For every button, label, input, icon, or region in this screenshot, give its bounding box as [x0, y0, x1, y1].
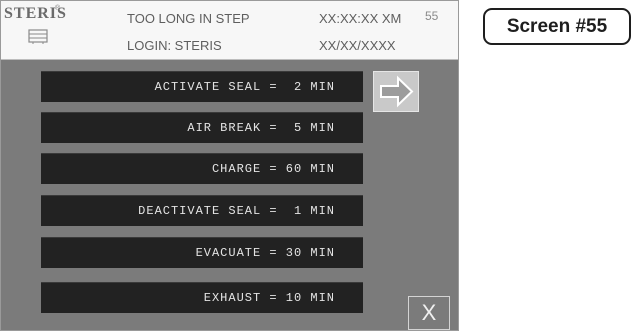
status-message: TOO LONG IN STEP [127, 11, 250, 26]
param-exhaust[interactable]: EXHAUST = 10 MIN [41, 282, 363, 313]
clock-time: XX:XX:XX XM [319, 11, 402, 26]
param-evacuate[interactable]: EVACUATE = 30 MIN [41, 237, 363, 268]
screen-number: 55 [425, 9, 439, 23]
param-charge[interactable]: CHARGE = 60 MIN [41, 153, 363, 184]
param-activate-seal[interactable]: ACTIVATE SEAL = 2 MIN [41, 71, 363, 102]
clock-date: XX/XX/XXXX [319, 38, 396, 53]
close-button[interactable]: X [408, 296, 450, 330]
param-air-break[interactable]: AIR BREAK = 5 MIN [41, 112, 363, 143]
param-deactivate-seal[interactable]: DEACTIVATE SEAL = 1 MIN [41, 195, 363, 226]
touch-screen: STERIS ® TOO LONG IN STEP LOGIN: STERIS … [0, 0, 459, 331]
login-info: LOGIN: STERIS [127, 38, 222, 53]
screen-header: STERIS ® TOO LONG IN STEP LOGIN: STERIS … [1, 1, 458, 60]
parameter-panel: ACTIVATE SEAL = 2 MIN AIR BREAK = 5 MIN … [1, 60, 458, 330]
registered-mark: ® [55, 5, 61, 12]
right-arrow-icon [380, 75, 414, 108]
next-screen-button[interactable] [373, 71, 419, 112]
screen-label-callout: Screen #55 [483, 8, 631, 45]
sterilizer-icon [28, 29, 48, 44]
